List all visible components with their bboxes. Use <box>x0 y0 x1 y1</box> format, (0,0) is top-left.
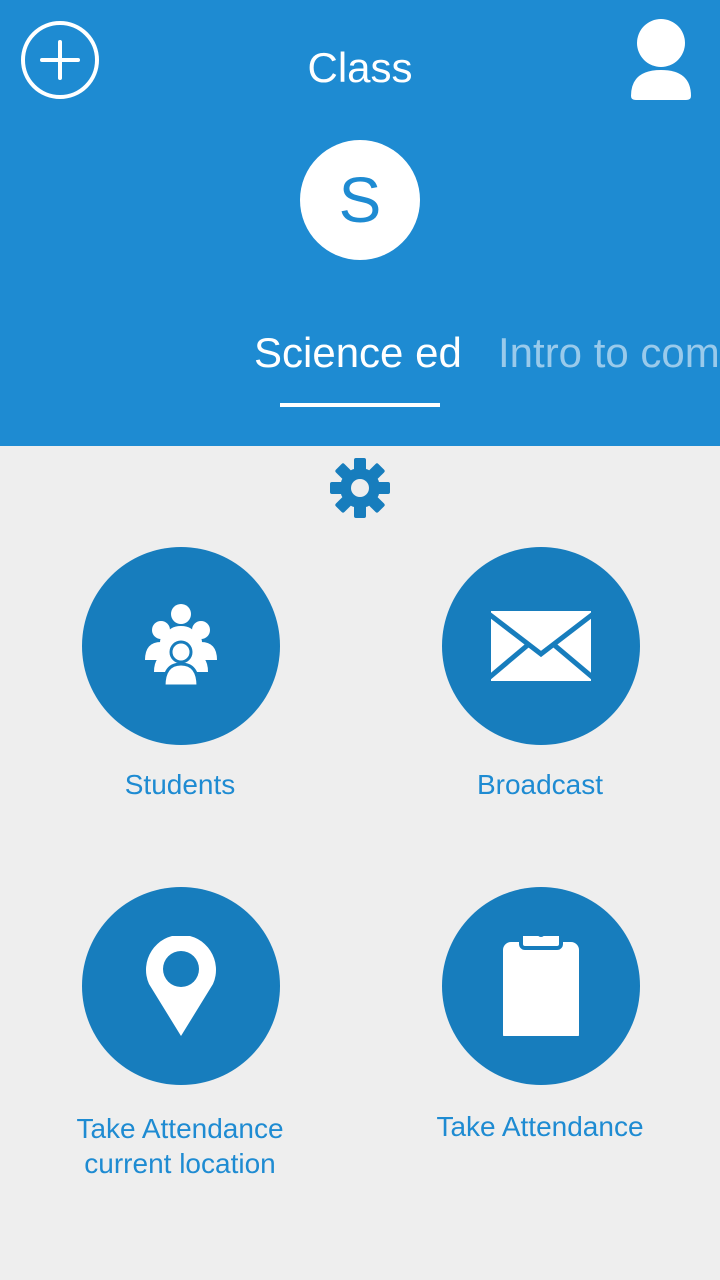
group-icon <box>145 604 217 688</box>
students-label: Students <box>124 769 236 800</box>
location-pin-icon <box>146 936 216 1036</box>
broadcast-label: Broadcast <box>476 769 604 800</box>
take-attendance-icon-circle[interactable] <box>442 887 640 1085</box>
broadcast-icon-circle[interactable] <box>442 547 640 745</box>
app-header: Class S Science ed Intro to com <box>0 0 720 446</box>
envelope-icon <box>491 611 591 681</box>
tab-intro-to-com[interactable]: Intro to com <box>498 325 720 381</box>
active-tab-indicator <box>280 403 440 407</box>
gear-icon <box>330 458 390 518</box>
take-attendance-location-label: Take Attendance current location <box>76 1113 284 1179</box>
take-attendance-label: Take Attendance <box>436 1111 644 1142</box>
class-avatar: S <box>300 140 420 260</box>
page-title: Class <box>307 44 413 91</box>
students-icon-circle[interactable] <box>82 547 280 745</box>
profile-button[interactable] <box>626 16 696 106</box>
take-attendance-location-icon-circle[interactable] <box>82 887 280 1085</box>
clipboard-icon <box>503 936 579 1036</box>
class-settings-button[interactable] <box>328 456 392 520</box>
user-icon <box>631 19 691 100</box>
tab-science-ed[interactable]: Science ed <box>254 325 462 381</box>
